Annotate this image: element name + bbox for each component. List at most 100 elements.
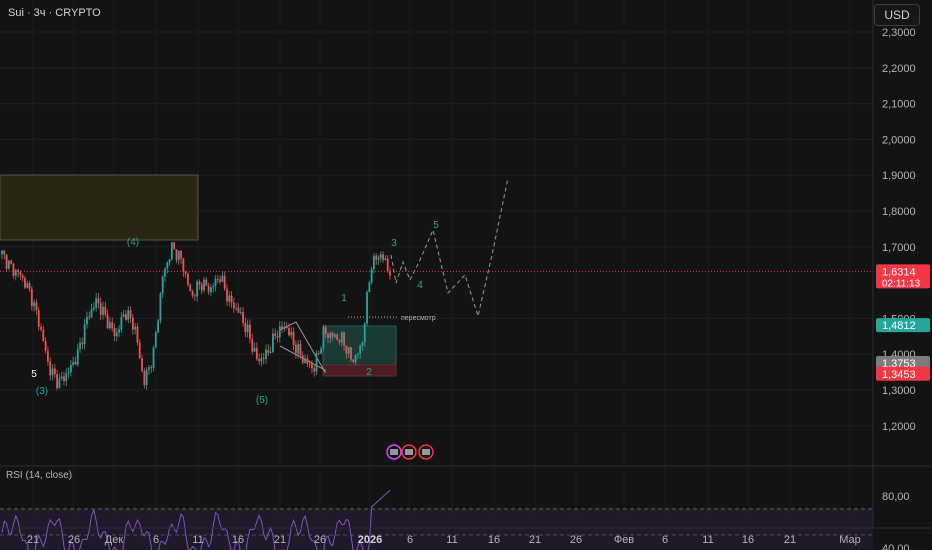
time-tick: 16 [488, 534, 500, 546]
candle [193, 293, 196, 301]
candle [294, 340, 297, 359]
candle [352, 359, 355, 363]
candle [145, 366, 148, 390]
price-tick: 1,2000 [882, 421, 916, 433]
price-tick: 1,3000 [882, 385, 916, 397]
candle [21, 273, 24, 282]
candle [219, 275, 222, 285]
price-label: 1,4812 [876, 318, 930, 333]
candle [373, 253, 375, 274]
candle [131, 313, 134, 335]
candle [246, 319, 249, 338]
candle [148, 364, 150, 376]
candle [389, 267, 391, 280]
rsi-tick: 80,00 [882, 491, 910, 503]
candle [76, 343, 79, 367]
time-tick: 21 [784, 534, 796, 546]
wave-label: (4) [127, 237, 139, 248]
time-tick: 16 [742, 534, 754, 546]
candle [26, 280, 29, 289]
candle [44, 337, 47, 354]
price-tick: 1,7000 [882, 242, 916, 254]
candle [109, 317, 111, 331]
candle [97, 292, 100, 309]
candle [42, 325, 45, 342]
candle [170, 242, 173, 261]
candle [168, 258, 171, 266]
candle [53, 364, 56, 379]
candle [83, 318, 86, 350]
candle [315, 350, 318, 376]
candle [81, 337, 84, 350]
candle [274, 328, 277, 340]
candle [136, 323, 139, 346]
candle [322, 324, 325, 352]
candle [111, 317, 114, 332]
svg-text:1,4812: 1,4812 [882, 320, 916, 332]
candle [115, 327, 118, 342]
time-tick: 11 [446, 534, 457, 546]
candle [56, 369, 59, 391]
time-tick: 6 [407, 534, 413, 546]
candle [67, 367, 70, 379]
chart-title: Sui · 3ч · CRYPTO [8, 7, 101, 19]
price-tick: 2,2000 [882, 63, 916, 75]
candle [290, 327, 293, 339]
candle [118, 325, 120, 338]
candle [375, 253, 378, 265]
candle [258, 353, 261, 366]
candle [47, 346, 49, 366]
candle [242, 307, 244, 327]
wave-label: 5 [433, 220, 439, 231]
candle [154, 330, 157, 349]
candle [40, 323, 42, 332]
candle [161, 275, 164, 299]
time-tick: 21 [529, 534, 541, 546]
wave-label: 2 [366, 367, 372, 378]
candle [370, 266, 373, 285]
candle [191, 289, 194, 299]
candle [134, 323, 137, 335]
candle [24, 275, 26, 290]
falling-wedge [279, 321, 326, 374]
candle [182, 257, 185, 277]
candle [350, 346, 352, 362]
candle [379, 251, 382, 263]
candle [269, 346, 272, 354]
candle [177, 250, 180, 265]
candle [129, 306, 132, 323]
grid-lines [0, 0, 873, 528]
time-tick: 26 [570, 534, 582, 546]
candle [120, 312, 123, 333]
candle [102, 301, 104, 320]
lightning-event-icon[interactable] [386, 444, 402, 460]
candle [189, 283, 192, 292]
price-tick: 2,0000 [882, 134, 916, 146]
currency-button[interactable]: USD [874, 4, 920, 26]
wave-label: (3) [36, 386, 48, 397]
long-position-loss-zone [322, 364, 397, 377]
candle [63, 371, 65, 386]
candle [207, 282, 210, 295]
svg-text:1,3453: 1,3453 [882, 369, 916, 381]
wave-label: (5) [256, 395, 268, 406]
price-chart[interactable]: пересмотр 5 (3) (4) (5) 1 2 3 4 5 RSI (14, close… [0, 0, 932, 550]
time-tick: 2026 [358, 534, 382, 546]
candle [223, 271, 226, 292]
candle [104, 301, 107, 318]
candle [184, 270, 187, 278]
candle [276, 330, 279, 343]
candle [79, 337, 81, 353]
candle [249, 319, 251, 344]
time-tick: 26 [68, 534, 80, 546]
price-axis[interactable]: 2,3000 2,2000 2,1000 2,0000 1,9000 1,8000 1,70… [872, 0, 930, 528]
candle [92, 302, 95, 312]
candle [173, 242, 176, 251]
flag-event-icon[interactable] [418, 444, 434, 460]
candle [232, 297, 235, 313]
candle [152, 345, 155, 372]
candle [17, 268, 19, 278]
resistance-zone [0, 174, 199, 241]
flag-event-icon[interactable] [401, 444, 417, 460]
candle [65, 368, 68, 387]
